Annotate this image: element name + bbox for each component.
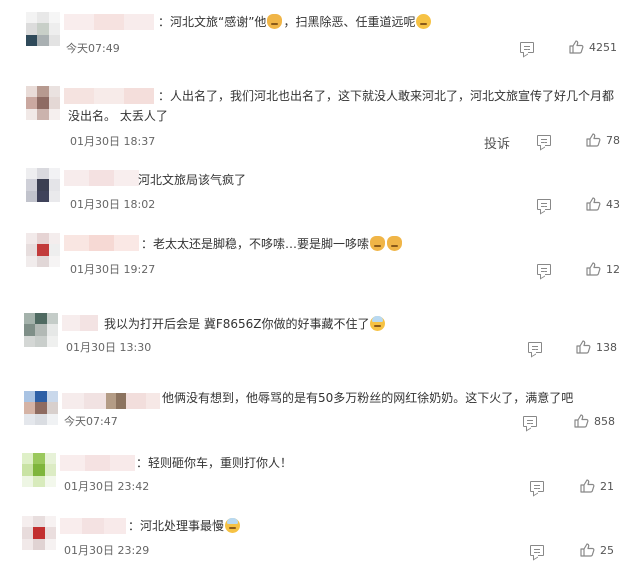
avatar[interactable]	[24, 313, 58, 347]
comment-time: 01月30日 18:02	[70, 198, 156, 211]
comment-reply-icon	[537, 199, 551, 210]
comment-time: 01月30日 23:42	[64, 480, 150, 493]
comment-reply-icon	[523, 416, 537, 427]
thumbs-up-icon	[574, 414, 589, 428]
cold-face-emoji-icon	[225, 518, 241, 533]
comment-item: ：河北文旅“感谢”他 ，扫黑除恶、任重道远呢 今天07:49 4251	[0, 0, 643, 60]
avatar[interactable]	[22, 453, 56, 487]
like-button[interactable]: 138	[576, 340, 617, 354]
smirk-emoji-icon	[416, 14, 432, 29]
comment-item: 我以为打开后会是 冀F8656Z你做的好事藏不住了 01月30日 13:30 1…	[0, 305, 643, 370]
comment-text-part: ：老太太还是脚稳，不哆嗦…要是脚一哆嗦	[141, 237, 370, 251]
comment-reply-icon	[520, 42, 534, 53]
username[interactable]	[62, 315, 98, 331]
username[interactable]	[64, 14, 154, 30]
cold-sweat-emoji-icon	[370, 316, 386, 331]
comment-item: ：河北处理事最慢 01月30日 23:29 25	[0, 510, 643, 580]
avatar[interactable]	[22, 516, 56, 550]
comment-text: 河北文旅局该气疯了	[138, 173, 247, 187]
comment-reply-icon	[537, 264, 551, 275]
reply-button[interactable]	[528, 342, 542, 353]
username[interactable]	[60, 455, 135, 471]
avatar[interactable]	[26, 168, 60, 202]
comment-time: 今天07:49	[66, 42, 120, 55]
like-button[interactable]: 12	[586, 262, 620, 276]
thumbs-up-icon	[586, 133, 601, 147]
avatar[interactable]	[24, 391, 58, 425]
like-button[interactable]: 25	[580, 543, 614, 557]
like-count: 4251	[589, 40, 617, 54]
like-button[interactable]: 43	[586, 197, 620, 211]
comment-time: 01月30日 23:29	[64, 544, 150, 557]
like-button[interactable]: 78	[586, 133, 620, 147]
avatar[interactable]	[26, 86, 60, 120]
comment-time: 01月30日 13:30	[66, 341, 152, 354]
reply-button[interactable]	[520, 42, 534, 53]
thumbs-up-icon	[586, 262, 601, 276]
dog-emoji-icon	[267, 14, 283, 29]
thumbs-up-icon	[569, 40, 584, 54]
comment-time: 01月30日 19:27	[70, 263, 156, 276]
like-count: 138	[596, 340, 617, 354]
comment-reply-icon	[528, 342, 542, 353]
reply-button[interactable]	[537, 199, 551, 210]
username[interactable]	[64, 170, 139, 186]
dog-emoji-icon	[370, 236, 386, 251]
reply-button[interactable]	[537, 264, 551, 275]
avatar[interactable]	[26, 12, 60, 46]
avatar[interactable]	[26, 233, 60, 267]
dog-emoji-icon	[387, 236, 403, 251]
reply-button[interactable]	[523, 416, 537, 427]
like-count: 858	[594, 414, 615, 428]
thumbs-up-icon	[586, 197, 601, 211]
comment-text: ：人出名了，我们河北也出名了，这下就没人敢来河北了，河北文旅宣传了好几个月都	[158, 89, 615, 103]
username[interactable]	[60, 518, 126, 534]
like-count: 25	[600, 543, 614, 557]
comment-item: ：人出名了，我们河北也出名了，这下就没人敢来河北了，河北文旅宣传了好几个月都 没…	[0, 80, 643, 160]
thumbs-up-icon	[580, 479, 595, 493]
comment-time: 01月30日 18:37	[70, 135, 156, 148]
like-count: 12	[606, 262, 620, 276]
comment-text: 我以为打开后会是 冀F8656Z你做的好事藏不住了	[104, 314, 386, 334]
thumbs-up-icon	[576, 340, 591, 354]
like-count: 78	[606, 133, 620, 147]
comment-item: ：轻则砸你车，重则打你人！ 01月30日 23:42 21	[0, 445, 643, 505]
comment-reply-icon	[530, 481, 544, 492]
comment-item: ：老太太还是脚稳，不哆嗦…要是脚一哆嗦 01月30日 19:27 12	[0, 225, 643, 290]
comment-text-part: ：河北处理事最慢	[128, 519, 225, 533]
like-button[interactable]: 858	[574, 414, 615, 428]
comment-text: ：河北文旅“感谢”他 ，扫黑除恶、任重道远呢	[158, 12, 432, 32]
comment-time: 今天07:47	[64, 415, 118, 428]
comment-text-part: 我以为打开后会是 冀F8656Z你做的好事藏不住了	[104, 317, 370, 331]
reply-button[interactable]	[537, 135, 551, 146]
like-button[interactable]: 21	[580, 479, 614, 493]
comment-text-part: ，扫黑除恶、任重道远呢	[283, 15, 416, 29]
comment-reply-icon	[530, 545, 544, 556]
comment-text: ：河北处理事最慢	[128, 516, 241, 536]
thumbs-up-icon	[580, 543, 595, 557]
username[interactable]	[62, 393, 160, 409]
report-button[interactable]: 投诉	[484, 133, 510, 152]
like-count: 21	[600, 479, 614, 493]
comment-text: ：老太太还是脚稳，不哆嗦…要是脚一哆嗦	[141, 234, 403, 254]
comment-reply-icon	[537, 135, 551, 146]
comment-item: 河北文旅局该气疯了 01月30日 18:02 43	[0, 160, 643, 220]
reply-button[interactable]	[530, 545, 544, 556]
comment-text-part: ：河北文旅“感谢”他	[158, 15, 267, 29]
reply-button[interactable]	[530, 481, 544, 492]
username[interactable]	[64, 88, 154, 104]
like-button[interactable]: 4251	[569, 40, 617, 54]
comment-item: 他俩没有想到，他辱骂的是有50多万粉丝的网红徐奶奶。这下火了，满意了吧 今天07…	[0, 383, 643, 443]
comment-text: ：轻则砸你车，重则打你人！	[136, 456, 293, 470]
username[interactable]	[64, 235, 139, 251]
comment-text: 他俩没有想到，他辱骂的是有50多万粉丝的网红徐奶奶。这下火了，满意了吧	[162, 391, 574, 405]
comment-text-line2: 没出名。 太丢人了	[68, 109, 168, 123]
like-count: 43	[606, 197, 620, 211]
